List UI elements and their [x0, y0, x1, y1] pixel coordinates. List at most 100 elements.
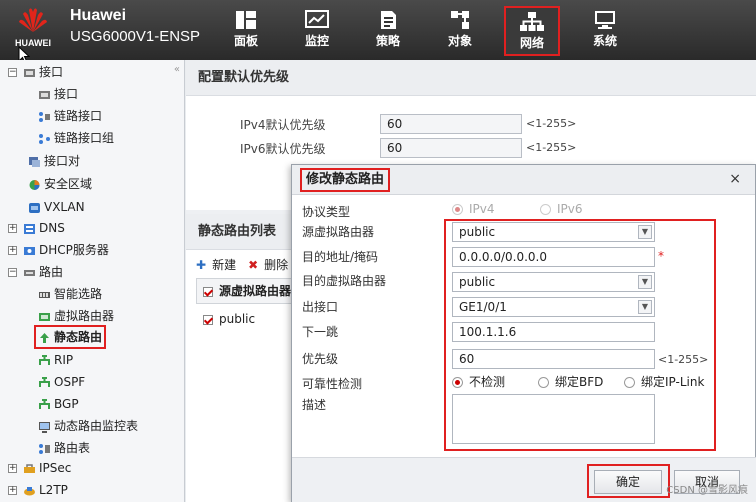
sidebar-item-vxlan[interactable]: VXLAN [28, 197, 85, 217]
l2tp-icon [24, 486, 35, 495]
nav-system[interactable]: 系统 [577, 6, 633, 56]
sidebar-item-label: DHCP服务器 [39, 243, 109, 257]
ipv6-range-hint: <1-255> [526, 141, 577, 154]
sidebar-item-rip[interactable]: RIP [38, 350, 73, 370]
sidebar-item-dynamic-route-monitor[interactable]: 动态路由监控表 [38, 416, 138, 436]
radio-icon [538, 377, 549, 388]
collapse-sidebar-icon[interactable]: « [174, 64, 180, 75]
dialog-title: 修改静态路由 [300, 168, 391, 192]
device-model: USG6000V1-ENSP [70, 28, 201, 45]
delete-icon: ✖ [248, 258, 259, 272]
nav-monitor[interactable]: 监控 [289, 6, 345, 56]
ipv6-radio[interactable]: IPv6 [540, 202, 583, 216]
nav-policy-label: 策略 [375, 34, 400, 48]
sidebar-item-interface-pair[interactable]: 接口对 [28, 151, 80, 171]
no-detection-radio[interactable]: 不检测 [452, 373, 505, 390]
expand-icon[interactable]: + [8, 464, 17, 473]
sidebar-item-bgp[interactable]: BGP [38, 394, 79, 414]
collapse-icon[interactable]: − [8, 68, 17, 77]
sidebar-item-label: 动态路由监控表 [54, 419, 139, 433]
link-interface-group-icon [39, 133, 50, 144]
src-vr-select[interactable]: public ▼ [452, 222, 655, 242]
sidebar-item-interface-group[interactable]: − 接口 [8, 62, 63, 82]
nav-object[interactable]: 对象 [432, 6, 488, 56]
default-priority-title: 配置默认优先级 [186, 60, 756, 96]
sidebar-item-ospf[interactable]: OSPF [38, 372, 85, 392]
ipv4-range-hint: <1-255> [526, 117, 577, 130]
ipv6-priority-field[interactable]: 60 [380, 138, 522, 158]
dest-address-input[interactable]: 0.0.0.0/0.0.0.0 [452, 247, 655, 267]
interface-pair-icon [29, 156, 40, 167]
select-all-checkbox[interactable] [203, 286, 213, 297]
bind-iplink-radio[interactable]: 绑定IP-Link [624, 373, 704, 390]
new-button[interactable]: ✚ 新建 [196, 258, 242, 272]
ospf-icon [39, 376, 50, 387]
sidebar-item-label: 链路接口 [54, 109, 103, 123]
src-vr-value: public [459, 225, 496, 239]
description-textarea[interactable] [452, 394, 655, 444]
priority-input[interactable]: 60 [452, 349, 655, 369]
sidebar-item-route-table[interactable]: 路由表 [38, 438, 90, 458]
row-source-vr: public [219, 312, 256, 326]
table-header: 源虚拟路由器 [196, 278, 296, 304]
brand: Huawei USG6000V1-ENSP [70, 7, 200, 45]
sidebar-item-ipsec[interactable]: + IPSec [8, 458, 71, 478]
delete-label: 删除 [264, 258, 289, 272]
sidebar-item-dns[interactable]: + DNS [8, 218, 65, 238]
sidebar-item-dhcp-server[interactable]: + DHCP服务器 [8, 240, 109, 260]
dest-vr-select[interactable]: public ▼ [452, 272, 655, 292]
protocol-label: 协议类型 [302, 205, 351, 219]
rip-icon [39, 354, 50, 365]
nav-policy[interactable]: 策略 [360, 6, 416, 56]
sidebar-item-security-zone[interactable]: 安全区域 [28, 174, 92, 194]
dest-vr-value: public [459, 275, 496, 289]
dest-vr-label: 目的虚拟路由器 [302, 274, 387, 288]
sidebar-item-label: L2TP [39, 483, 68, 497]
nav-dashboard-label: 面板 [233, 34, 258, 48]
ok-button[interactable]: 确定 [594, 470, 662, 494]
plus-icon: ✚ [196, 258, 207, 272]
sidebar-item-routing[interactable]: − 路由 [8, 262, 63, 282]
sidebar-item-label: 安全区域 [44, 177, 93, 191]
nav-monitor-label: 监控 [304, 34, 329, 48]
expand-icon[interactable]: + [8, 246, 17, 255]
route-monitor-icon [39, 421, 50, 433]
out-interface-label: 出接口 [302, 300, 339, 314]
sidebar-item-smart-routing[interactable]: 智能选路 [38, 284, 102, 304]
close-icon[interactable]: × [729, 171, 741, 187]
router-icon [24, 269, 35, 276]
out-interface-select[interactable]: GE1/0/1 ▼ [452, 297, 655, 317]
row-checkbox[interactable] [203, 314, 213, 325]
nav-dashboard[interactable]: 面板 [218, 6, 274, 56]
sidebar-item-l2tp[interactable]: + L2TP [8, 480, 68, 500]
brand-name: Huawei [70, 7, 127, 24]
collapse-icon[interactable]: − [8, 268, 17, 277]
ipv4-priority-field[interactable]: 60 [380, 114, 522, 134]
expand-icon[interactable]: + [8, 224, 17, 233]
ipv6-priority-label: IPv6默认优先级 [240, 142, 326, 156]
sidebar-item-static-route[interactable]: 静态路由 [34, 325, 107, 349]
dialog-header: 修改静态路由 × [292, 165, 755, 195]
sidebar-item-link-interface[interactable]: 链路接口 [38, 106, 102, 126]
out-interface-value: GE1/0/1 [459, 300, 507, 314]
sidebar-item-link-interface-group[interactable]: 链路接口组 [38, 128, 114, 148]
required-mark: * [658, 249, 664, 263]
sidebar-item-label: 接口 [39, 65, 64, 79]
interface-icon [39, 90, 50, 99]
priority-label: 优先级 [302, 352, 339, 366]
ipv4-radio[interactable]: IPv4 [452, 202, 495, 216]
table-row[interactable]: public [196, 306, 296, 332]
radio-selected-icon [452, 377, 463, 388]
delete-button[interactable]: ✖ 删除 [248, 258, 294, 272]
expand-icon[interactable]: + [8, 486, 17, 495]
dhcp-icon [24, 246, 35, 255]
sidebar-item-interface[interactable]: 接口 [38, 84, 78, 104]
dest-label: 目的地址/掩码 [302, 250, 379, 264]
sidebar-item-label: IPSec [39, 461, 72, 475]
sidebar-item-label: 路由表 [54, 441, 91, 455]
static-route-list-title: 静态路由列表 [186, 214, 304, 250]
nav-network[interactable]: 网络 [504, 6, 560, 56]
sidebar-item-virtual-router[interactable]: 虚拟路由器 [38, 306, 114, 326]
bind-bfd-radio[interactable]: 绑定BFD [538, 373, 603, 390]
next-hop-input[interactable]: 100.1.1.6 [452, 322, 655, 342]
